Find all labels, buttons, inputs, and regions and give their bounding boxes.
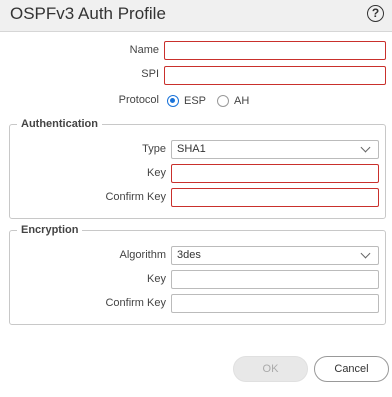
dialog-title: OSPFv3 Auth Profile	[10, 4, 166, 23]
enc-algorithm-label: Algorithm	[119, 249, 166, 261]
auth-key-input[interactable]	[171, 164, 379, 183]
spi-input[interactable]	[164, 66, 386, 85]
auth-key-label: Key	[147, 167, 166, 179]
enc-confirm-key-input[interactable]	[171, 294, 379, 313]
auth-type-label: Type	[142, 143, 166, 155]
chevron-down-icon	[360, 248, 371, 259]
enc-key-input[interactable]	[171, 270, 379, 289]
authentication-legend: Authentication	[17, 118, 102, 130]
enc-confirm-key-label: Confirm Key	[105, 297, 166, 309]
protocol-label: Protocol	[118, 94, 159, 106]
auth-confirm-key-input[interactable]	[171, 188, 379, 207]
enc-algorithm-value: 3des	[177, 249, 201, 261]
encryption-legend: Encryption	[17, 224, 83, 236]
enc-algorithm-select[interactable]: 3des	[171, 246, 379, 265]
protocol-ah-label[interactable]: AH	[234, 95, 249, 107]
auth-confirm-key-label: Confirm Key	[105, 191, 166, 203]
help-icon[interactable]: ?	[367, 5, 384, 22]
chevron-down-icon	[360, 142, 371, 153]
name-label: Name	[129, 44, 159, 56]
cancel-button[interactable]: Cancel	[314, 356, 389, 382]
protocol-ah-radio[interactable]	[217, 95, 229, 107]
dialog-header: OSPFv3 Auth Profile ?	[0, 0, 392, 32]
spi-label: SPI	[141, 68, 159, 80]
enc-key-label: Key	[147, 273, 166, 285]
protocol-esp-radio[interactable]	[167, 95, 179, 107]
auth-type-select[interactable]: SHA1	[171, 140, 379, 159]
auth-type-value: SHA1	[177, 143, 206, 155]
protocol-esp-label[interactable]: ESP	[184, 95, 206, 107]
name-input[interactable]	[164, 41, 386, 60]
ok-button[interactable]: OK	[233, 356, 308, 382]
